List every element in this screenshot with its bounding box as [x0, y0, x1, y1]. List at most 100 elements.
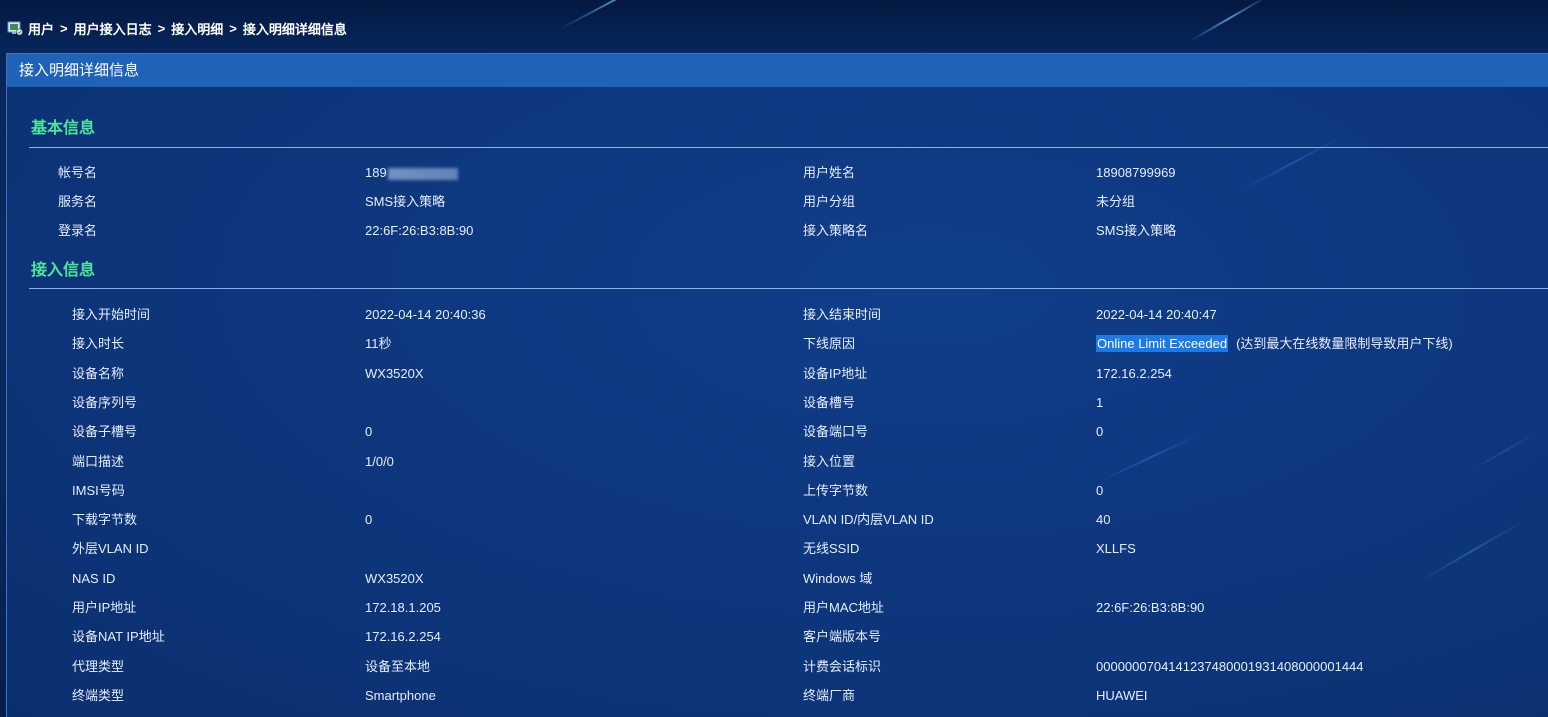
info-row: NAS ID WX3520X Windows 域 [7, 565, 1547, 593]
field-label: 终端厂商 [803, 688, 856, 703]
field-label: VLAN ID/内层VLAN ID [803, 512, 934, 527]
info-row: 用户IP地址 172.18.1.205 用户MAC地址 22:6F:26:B3:8B:… [7, 594, 1547, 622]
field-label: 上传字节数 [803, 483, 869, 498]
field-value: 189 [365, 159, 458, 187]
section-title-access: 接入信息 [31, 262, 96, 279]
field-value: SMS接入策略 [365, 194, 446, 209]
account-name-value: 189 [365, 165, 387, 180]
field-label: 用户MAC地址 [803, 600, 884, 615]
redacted-mask [387, 167, 458, 180]
field-label: 接入策略名 [803, 223, 869, 238]
breadcrumb-item-current: 接入明细详细信息 [242, 21, 347, 37]
field-value: SMS接入策略 [1096, 223, 1177, 238]
field-label: 接入结束时间 [803, 307, 882, 322]
field-label: 设备名称 [72, 366, 125, 381]
field-label: 设备子槽号 [72, 424, 138, 439]
info-row: 登录名 22:6F:26:B3:8B:90 接入策略名 SMS接入策略 [7, 217, 1547, 245]
info-row: 下载字节数 0 VLAN ID/内层VLAN ID 40 [7, 506, 1547, 534]
field-label: 无线SSID [803, 541, 860, 556]
section-divider [29, 288, 1548, 289]
field-label: 代理类型 [72, 659, 125, 674]
field-value: WX3520X [365, 366, 424, 381]
info-row: IMSI号码 上传字节数 0 [7, 477, 1547, 505]
field-label: 接入时长 [72, 336, 125, 351]
field-value: 0 [365, 424, 373, 439]
field-value: 设备至本地 [365, 659, 431, 674]
section-title-basic: 基本信息 [31, 120, 96, 137]
field-value: 172.16.2.254 [1096, 366, 1172, 381]
field-value: 22:6F:26:B3:8B:90 [365, 223, 474, 238]
field-value: XLLFS [1096, 541, 1136, 556]
section-divider [29, 147, 1548, 148]
breadcrumb-separator: > [60, 20, 68, 36]
field-label: 计费会话标识 [803, 659, 882, 674]
field-value: HUAWEI [1096, 688, 1148, 703]
field-label: 登录名 [58, 223, 98, 238]
decor-streak [559, 0, 676, 30]
breadcrumb-item-access-log[interactable]: 用户接入日志 [74, 19, 152, 38]
info-row: 外层VLAN ID 无线SSID XLLFS [7, 535, 1547, 563]
field-label: Windows 域 [803, 571, 873, 586]
info-row: 代理类型 设备至本地 计费会话标识 0000000704141237480001931… [7, 653, 1547, 681]
info-row: 设备序列号 设备槽号 1 [7, 389, 1547, 417]
field-value: 2022-04-14 20:40:47 [1096, 307, 1217, 322]
detail-panel: 接入明细详细信息 基本信息 帐号名 189 用户姓名 18908799969 服… [6, 53, 1548, 717]
offline-reason-code: Online Limit Exceeded [1096, 335, 1229, 352]
field-label: 服务名 [58, 194, 98, 209]
info-row: 设备名称 WX3520X 设备IP地址 172.16.2.254 [7, 360, 1547, 388]
breadcrumb-item-access-detail[interactable]: 接入明细 [171, 19, 223, 38]
field-value: 172.16.2.254 [365, 629, 441, 644]
info-row: 设备子槽号 0 设备端口号 0 [7, 418, 1547, 446]
field-label: 客户端版本号 [803, 629, 882, 644]
home-icon [6, 19, 24, 37]
field-label: 用户姓名 [803, 165, 856, 180]
info-row: 帐号名 189 用户姓名 18908799969 [7, 159, 1547, 187]
field-value: 1 [1096, 395, 1104, 410]
field-label: IMSI号码 [72, 483, 125, 498]
field-value: 0 [365, 512, 373, 527]
info-row: 接入开始时间 2022-04-14 20:40:36 接入结束时间 2022-04-1… [7, 301, 1547, 329]
field-value: 22:6F:26:B3:8B:90 [1096, 600, 1205, 615]
field-value: 0 [1096, 424, 1104, 439]
offline-reason-description: (达到最大在线数量限制导致用户下线) [1236, 336, 1453, 351]
field-label: 设备槽号 [803, 395, 856, 410]
decor-streak [1189, 0, 1269, 42]
field-label: 设备IP地址 [803, 366, 868, 381]
info-row: 设备NAT IP地址 172.16.2.254 客户端版本号 [7, 623, 1547, 651]
top-bar: 用户 > 用户接入日志 > 接入明细 > 接入明细详细信息 [0, 0, 1548, 52]
field-label: 帐号名 [58, 165, 98, 180]
field-value: WX3520X [365, 571, 424, 586]
info-row: 端口描述 1/0/0 接入位置 [7, 448, 1547, 476]
field-value: 18908799969 [1096, 165, 1176, 180]
field-value: 未分组 [1096, 194, 1136, 209]
field-value: 00000007041412374800019314080000014​44 [1096, 659, 1364, 674]
field-value: 1/0/0 [365, 454, 394, 469]
field-label: 用户分组 [803, 194, 856, 209]
field-label: 外层VLAN ID [72, 541, 149, 556]
field-value: 2022-04-14 20:40:36 [365, 307, 486, 322]
breadcrumb: 用户 > 用户接入日志 > 接入明细 > 接入明细详细信息 [6, 18, 347, 38]
info-row: 接入时长 11秒 下线原因 Online Limit Exceeded (达到最大在线数… [7, 330, 1547, 358]
info-row: 终端类型 Smartphone 终端厂商 HUAWEI [7, 682, 1547, 710]
panel-title: 接入明细详细信息 [7, 54, 1548, 87]
info-row: 服务名 SMS接入策略 用户分组 未分组 [7, 188, 1547, 216]
breadcrumb-separator: > [229, 20, 237, 36]
breadcrumb-separator: > [157, 20, 166, 36]
field-value: Smartphone [365, 688, 436, 703]
field-label: NAS ID [72, 571, 116, 586]
field-label: 设备端口号 [803, 424, 869, 439]
field-label: 终端类型 [72, 688, 125, 703]
field-label: 下线原因 [803, 336, 856, 351]
field-label: 设备序列号 [72, 395, 138, 410]
field-label: 下载字节数 [72, 512, 138, 527]
field-label: 设备NAT IP地址 [72, 629, 165, 644]
field-value: Online Limit Exceeded (达到最大在线数量限制导致用户下线) [1096, 330, 1453, 358]
field-value: 11秒 [365, 336, 392, 351]
field-label: 端口描述 [72, 454, 125, 469]
field-value: 40 [1096, 512, 1111, 527]
field-value: 0 [1096, 483, 1104, 498]
breadcrumb-item-user[interactable]: 用户 [28, 19, 54, 38]
field-label: 接入开始时间 [72, 307, 151, 322]
field-value: 172.18.1.205 [365, 600, 441, 615]
field-label: 用户IP地址 [72, 600, 137, 615]
